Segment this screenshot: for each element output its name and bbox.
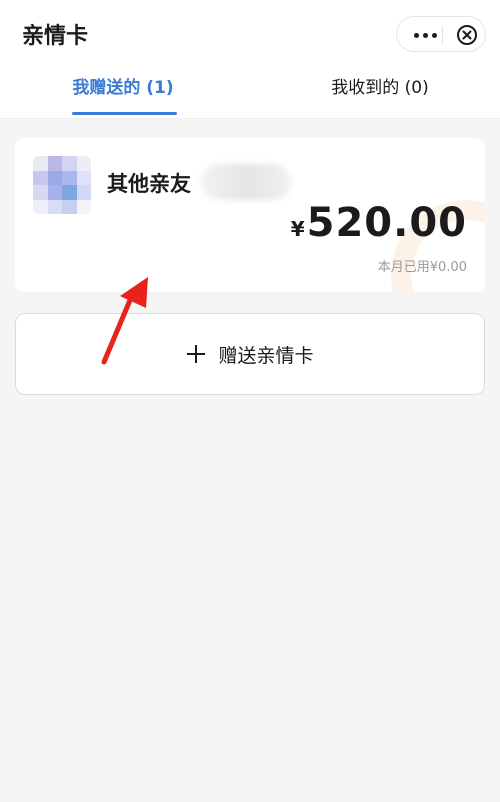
avatar: [33, 156, 91, 214]
card-amount: ¥ 520.00: [291, 200, 467, 246]
amount-value: 520.00: [306, 200, 467, 246]
annotation-arrow: [101, 277, 148, 365]
recipient-name: 其他亲友: [107, 172, 191, 196]
currency-symbol: ¥: [290, 217, 305, 241]
header: 亲情卡: [0, 0, 500, 68]
more-dot-icon: [431, 32, 437, 38]
tab-sent[interactable]: 我赠送的 (1): [55, 68, 191, 118]
more-button[interactable]: [407, 17, 443, 53]
active-tab-indicator: [72, 112, 177, 115]
more-dot-icon: [422, 32, 428, 38]
close-circle-icon: [457, 25, 477, 45]
plus-icon: [187, 345, 206, 363]
tab-bar: 我赠送的 (1) 我收到的 (0): [0, 68, 500, 119]
capsule-divider: [442, 26, 443, 44]
more-dot-icon: [413, 32, 419, 38]
add-button-label: 赠送亲情卡: [218, 344, 314, 367]
close-button[interactable]: [449, 17, 485, 53]
monthly-used: 本月已用¥0.00: [377, 260, 467, 275]
family-card[interactable]: 其他亲友 ¥ 520.00 本月已用¥0.00: [15, 138, 485, 292]
tab-received[interactable]: 我收到的 (0): [300, 68, 460, 118]
page-title: 亲情卡: [22, 24, 89, 49]
mini-program-capsule: [396, 16, 486, 52]
add-family-card-button[interactable]: 赠送亲情卡: [15, 313, 485, 395]
blurred-nickname: [201, 164, 291, 200]
